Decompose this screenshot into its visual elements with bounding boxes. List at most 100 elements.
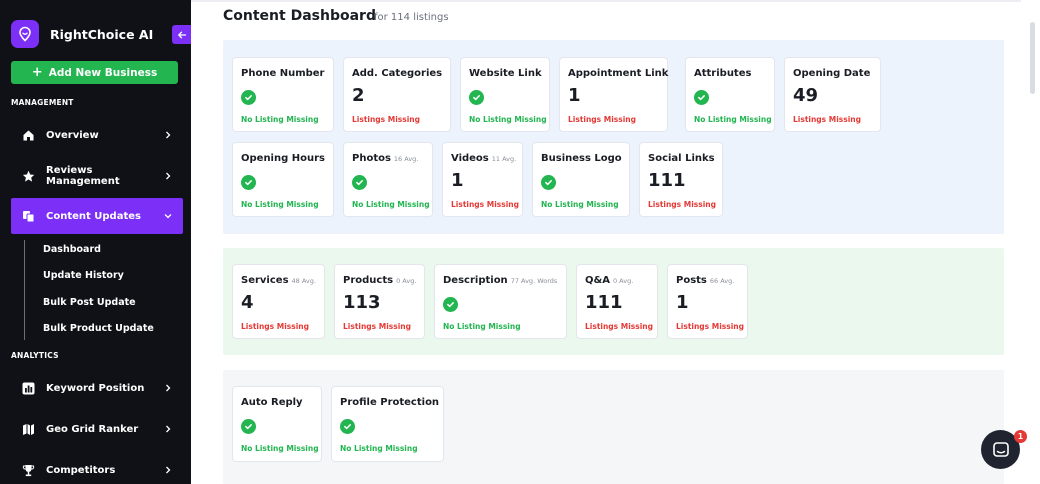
card-avg: 16 Avg.: [393, 155, 419, 163]
card-status: Listings Missing: [343, 322, 411, 331]
card-status: No Listing Missing: [352, 200, 430, 209]
card-status: Listings Missing: [241, 322, 309, 331]
card-title: Posts 66 Avg.: [676, 275, 735, 286]
card-value: 2: [352, 85, 365, 106]
card-description[interactable]: Description 77 Avg. Words No Listing Miss…: [434, 264, 567, 339]
sidebar-item-competitors[interactable]: Competitors: [11, 452, 183, 484]
card-value: 1: [676, 292, 689, 313]
card-title: Social Links: [648, 153, 715, 164]
sidebar-item-label: Geo Grid Ranker: [46, 423, 139, 435]
card-title: Business Logo: [541, 153, 622, 164]
card-status: No Listing Missing: [541, 200, 619, 209]
content-icon: [21, 209, 35, 223]
check-circle-icon: [443, 297, 458, 312]
card-website-link[interactable]: Website Link No Listing Missing: [460, 57, 550, 132]
card-profile-protection[interactable]: Profile Protection No Listing Missing: [331, 386, 444, 462]
card-attributes[interactable]: Attributes No Listing Missing: [685, 57, 775, 132]
chat-icon: [992, 441, 1009, 457]
add-new-business-button[interactable]: + Add New Business: [11, 61, 178, 84]
card-title: Appointment Link: [568, 68, 669, 79]
card-photos[interactable]: Photos 16 Avg. No Listing Missing: [343, 142, 433, 217]
sidebar-item-label: Content Updates: [46, 210, 141, 222]
card-title: Website Link: [469, 68, 542, 79]
sidebar-item-label: Reviews Management: [46, 165, 120, 187]
card-title: Profile Protection: [340, 397, 440, 408]
chevron-right-icon: [163, 383, 173, 393]
check-circle-icon: [340, 419, 355, 434]
location-pin-icon: [11, 20, 39, 48]
card-products[interactable]: Products 0 Avg. 113 Listings Missing: [334, 264, 425, 339]
sidebar-item-reviews-management[interactable]: Reviews Management: [11, 158, 183, 194]
submenu-item-update-history[interactable]: Update History: [43, 270, 124, 281]
chat-notification-badge: 1: [1014, 430, 1027, 443]
sidebar-item-overview[interactable]: Overview: [11, 117, 183, 153]
sidebar-item-keyword-position[interactable]: Keyword Position: [11, 370, 183, 406]
card-business-logo[interactable]: Business Logo No Listing Missing: [532, 142, 630, 217]
page-title: Content Dashboard: [223, 8, 376, 24]
card-title: Opening Hours: [241, 153, 325, 164]
content-updates-submenu: Dashboard Update History Bulk Post Updat…: [24, 240, 174, 340]
chevron-right-icon: [163, 130, 173, 140]
arrow-left-icon: [177, 31, 186, 38]
card-value: 49: [793, 85, 819, 106]
home-icon: [21, 128, 35, 142]
card-status: No Listing Missing: [241, 200, 319, 209]
card-title: Opening Date: [793, 68, 871, 79]
card-value: 1: [451, 170, 464, 191]
check-circle-icon: [241, 90, 256, 105]
card-value: 4: [241, 292, 254, 313]
card-status: Listings Missing: [648, 200, 716, 209]
section-label-analytics: ANALYTICS: [11, 351, 59, 360]
submenu-item-bulk-post-update[interactable]: Bulk Post Update: [43, 297, 136, 308]
card-auto-reply[interactable]: Auto Reply No Listing Missing: [232, 386, 322, 462]
chevron-right-icon: [163, 171, 173, 181]
card-title: Q&A 0 Avg.: [585, 275, 634, 286]
card-posts[interactable]: Posts 66 Avg. 1 Listings Missing: [667, 264, 748, 339]
card-value: 113: [343, 292, 381, 313]
card-social-links[interactable]: Social Links 111 Listings Missing: [639, 142, 723, 217]
brand-name: RightChoice AI: [50, 26, 154, 42]
card-status: No Listing Missing: [340, 444, 418, 453]
sidebar-item-label: Competitors: [46, 464, 116, 476]
card-title: Auto Reply: [241, 397, 303, 408]
card-videos[interactable]: Videos 11 Avg. 1 Listings Missing: [442, 142, 523, 217]
brand[interactable]: RightChoice AI: [11, 20, 153, 48]
check-circle-icon: [352, 175, 367, 190]
card-qa[interactable]: Q&A 0 Avg. 111 Listings Missing: [576, 264, 658, 339]
chevron-down-icon: [163, 211, 173, 221]
card-value: 111: [585, 292, 623, 313]
scrollbar[interactable]: [1030, 22, 1035, 94]
check-circle-icon: [469, 90, 484, 105]
card-appointment-link[interactable]: Appointment Link 1 Listings Missing: [559, 57, 668, 132]
card-title: Add. Categories: [352, 68, 443, 79]
check-circle-icon: [241, 175, 256, 190]
card-status: No Listing Missing: [241, 115, 319, 124]
sidebar-item-content-updates[interactable]: Content Updates: [11, 198, 183, 234]
trophy-icon: [21, 463, 35, 477]
card-add-categories[interactable]: Add. Categories 2 Listings Missing: [343, 57, 451, 132]
submenu-item-dashboard[interactable]: Dashboard: [43, 244, 101, 255]
card-status: No Listing Missing: [241, 444, 319, 453]
card-opening-date[interactable]: Opening Date 49 Listings Missing: [784, 57, 881, 132]
card-avg: 66 Avg.: [709, 277, 735, 285]
card-title: Services 48 Avg.: [241, 275, 316, 286]
card-opening-hours[interactable]: Opening Hours No Listing Missing: [232, 142, 334, 217]
submenu-item-bulk-product-update[interactable]: Bulk Product Update: [43, 323, 154, 334]
card-status: Listings Missing: [451, 200, 519, 209]
card-phone-number[interactable]: Phone Number No Listing Missing: [232, 57, 334, 132]
card-services[interactable]: Services 48 Avg. 4 Listings Missing: [232, 264, 325, 339]
card-avg: 0 Avg.: [396, 277, 417, 285]
sidebar-item-label: Overview: [46, 129, 99, 141]
plus-icon: +: [31, 65, 43, 80]
card-status: Listings Missing: [793, 115, 861, 124]
card-avg: 48 Avg.: [291, 277, 316, 285]
card-status: Listings Missing: [585, 322, 653, 331]
sidebar-item-geo-grid-ranker[interactable]: Geo Grid Ranker: [11, 411, 183, 447]
star-icon: [21, 169, 35, 183]
card-status: Listings Missing: [568, 115, 636, 124]
card-status: Listings Missing: [352, 115, 420, 124]
chevron-right-icon: [163, 465, 173, 475]
card-title: Description 77 Avg. Words: [443, 275, 558, 286]
card-avg: 77 Avg. Words: [510, 277, 558, 285]
collapse-sidebar-button[interactable]: [172, 25, 191, 44]
